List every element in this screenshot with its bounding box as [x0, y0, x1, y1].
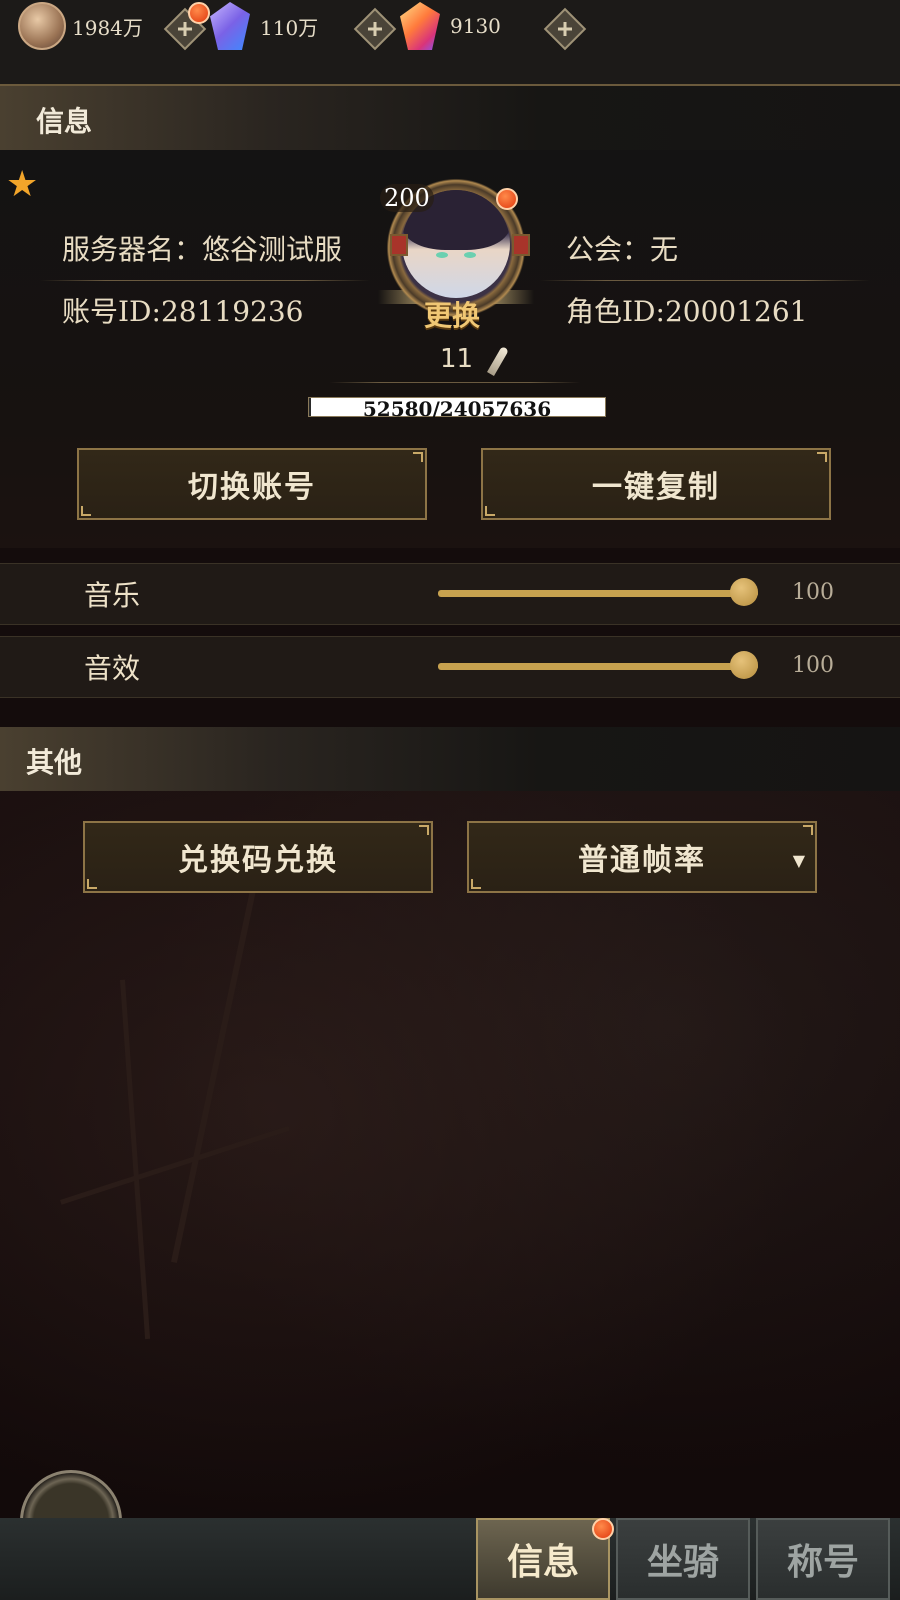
server-name: 服务器名：悠谷测试服 — [62, 233, 343, 266]
vip-level: 11 — [440, 344, 474, 374]
tab-title[interactable]: 称号 — [756, 1518, 890, 1600]
sound-effects-value: 100 — [792, 653, 834, 678]
notification-dot — [188, 2, 210, 24]
music-slider-thumb[interactable] — [730, 578, 758, 606]
exp-bar: 52580/24057636 — [308, 397, 606, 421]
tab-label: 称号 — [786, 1541, 859, 1583]
tab-label: 坐骑 — [646, 1541, 719, 1583]
switch-account-button[interactable]: 切换账号 — [77, 448, 427, 520]
resource-bar: 1984万 110万 9130 — [0, 0, 900, 87]
button-label: 切换账号 — [188, 470, 316, 505]
avatar-eye — [464, 252, 476, 258]
avatar-eye — [436, 252, 448, 258]
account-id: 账号ID:28119236 — [62, 295, 304, 328]
copy-info-button[interactable]: 一键复制 — [481, 448, 831, 520]
guild-name: 公会：无 — [566, 233, 679, 266]
add-blue-crystal-button[interactable] — [353, 7, 397, 51]
exp-text: 52580/24057636 — [362, 397, 552, 421]
music-value: 100 — [792, 580, 834, 605]
section-title: 其他 — [26, 746, 83, 779]
sound-effects-slider[interactable] — [438, 663, 758, 670]
notification-dot — [496, 188, 518, 210]
redeem-code-button[interactable]: 兑换码兑换 — [83, 821, 433, 893]
notification-dot — [592, 1518, 614, 1540]
music-row: 音乐 100 — [0, 563, 900, 625]
resource-value: 110万 — [260, 15, 319, 40]
other-section-header: 其他 — [0, 727, 900, 791]
copper-coin-icon — [18, 2, 66, 50]
section-title: 信息 — [36, 105, 93, 138]
resource-rainbow-crystal: 9130 — [400, 2, 501, 50]
frame-ornament — [390, 234, 408, 256]
rainbow-crystal-icon — [400, 2, 440, 50]
add-rainbow-crystal-button[interactable] — [543, 7, 587, 51]
frame-ornament — [512, 234, 530, 256]
role-id: 角色ID:20001261 — [566, 295, 808, 328]
sound-effects-row: 音效 100 — [0, 636, 900, 698]
blue-crystal-icon — [210, 2, 250, 50]
divider — [540, 280, 870, 281]
resource-value: 1984万 — [72, 15, 143, 40]
info-section-header: 信息 — [0, 86, 900, 150]
sound-effects-label: 音效 — [84, 652, 141, 685]
framerate-select[interactable]: 普通帧率 ▼ — [467, 821, 817, 893]
music-slider[interactable] — [438, 590, 758, 597]
resource-blue-crystal: 110万 — [210, 2, 319, 50]
star-icon: ★ — [6, 164, 39, 205]
divider — [330, 382, 580, 383]
sound-effects-slider-thumb[interactable] — [730, 651, 758, 679]
tab-info[interactable]: 信息 — [476, 1518, 610, 1600]
tab-label: 信息 — [506, 1541, 579, 1583]
resource-copper: 1984万 — [18, 2, 143, 50]
button-label: 兑换码兑换 — [178, 843, 338, 878]
music-label: 音乐 — [84, 579, 141, 612]
resource-value: 9130 — [450, 14, 501, 38]
player-level: 200 — [380, 184, 434, 212]
button-label: 一键复制 — [592, 470, 720, 505]
dropdown-caret-icon: ▼ — [792, 851, 807, 870]
framerate-selected-value: 普通帧率 — [578, 843, 706, 878]
tab-mount[interactable]: 坐骑 — [616, 1518, 750, 1600]
change-avatar-button[interactable]: 更换 — [424, 294, 480, 334]
divider — [40, 280, 370, 281]
